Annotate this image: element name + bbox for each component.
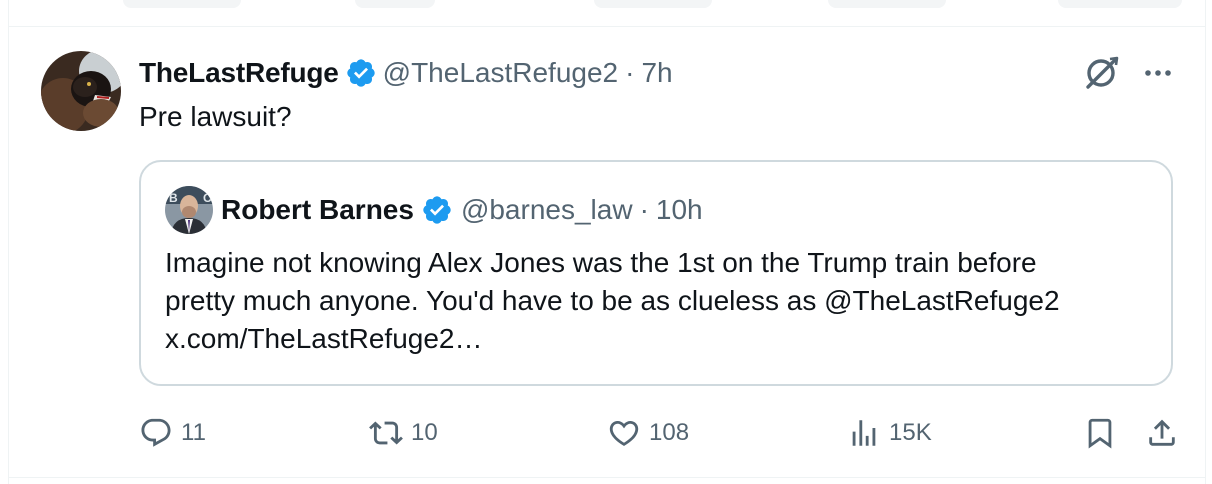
repost-icon — [369, 421, 403, 445]
repost-button[interactable]: 10 — [369, 410, 438, 456]
heart-icon — [609, 420, 639, 446]
grok-icon[interactable] — [1080, 51, 1122, 93]
bookmark-button[interactable] — [1083, 410, 1117, 456]
reply-icon — [141, 418, 171, 447]
verified-badge-icon[interactable] — [421, 194, 453, 226]
quoted-text-line: pretty much anyone. You'd have to be as … — [165, 285, 1060, 316]
ghost-action — [123, 0, 241, 8]
tweet[interactable]: TheLastRefuge @TheLastRefuge2 · 7h Pre l… — [8, 27, 1206, 477]
ghost-action — [594, 0, 712, 8]
like-count: 108 — [649, 419, 690, 446]
quoted-author-name[interactable]: Robert Barnes — [221, 194, 414, 226]
share-button[interactable] — [1145, 410, 1179, 456]
action-bar: 11 10 108 15K — [139, 410, 1179, 460]
reply-count: 11 — [181, 419, 206, 446]
quoted-author-handle[interactable]: @barnes_law — [461, 194, 633, 226]
ghost-action — [828, 0, 946, 8]
views-button[interactable]: 15K — [847, 410, 932, 456]
bookmark-icon — [1088, 418, 1112, 449]
tweet-text: Pre lawsuit? — [139, 101, 292, 132]
like-button[interactable]: 108 — [607, 410, 689, 456]
tweet-header: TheLastRefuge @TheLastRefuge2 · 7h — [139, 57, 673, 89]
quoted-avatar[interactable]: B O — [165, 186, 213, 234]
quoted-timestamp[interactable]: 10h — [656, 194, 703, 226]
author-name[interactable]: TheLastRefuge — [139, 57, 339, 89]
previous-tweet-actions — [8, 0, 1206, 27]
verified-badge-icon[interactable] — [345, 57, 377, 89]
ghost-action — [1058, 0, 1182, 8]
quoted-tweet[interactable]: B O Robert Barnes @barnes_law · 10h Imag… — [139, 160, 1173, 386]
more-icon[interactable] — [1142, 57, 1174, 89]
timestamp[interactable]: 7h — [641, 57, 672, 89]
share-icon — [1149, 419, 1175, 446]
author-handle[interactable]: @TheLastRefuge2 — [383, 57, 618, 89]
separator-dot: · — [639, 194, 649, 225]
ghost-action — [355, 0, 435, 8]
separator-dot: · — [625, 57, 635, 88]
views-icon — [852, 420, 876, 446]
quoted-text-link[interactable]: x.com/TheLastRefuge2… — [165, 320, 1155, 358]
repost-count: 10 — [411, 419, 438, 446]
quoted-text-line: Imagine not knowing Alex Jones was the 1… — [165, 247, 1037, 278]
svg-text:B: B — [169, 191, 178, 205]
reply-button[interactable]: 11 — [139, 410, 206, 456]
quoted-header: Robert Barnes @barnes_law · 10h — [221, 192, 703, 228]
view-count: 15K — [889, 419, 932, 446]
quoted-text: Imagine not knowing Alex Jones was the 1… — [165, 244, 1155, 358]
svg-text:O: O — [203, 191, 212, 205]
avatar[interactable] — [41, 51, 121, 131]
tweet-divider — [8, 477, 1206, 484]
